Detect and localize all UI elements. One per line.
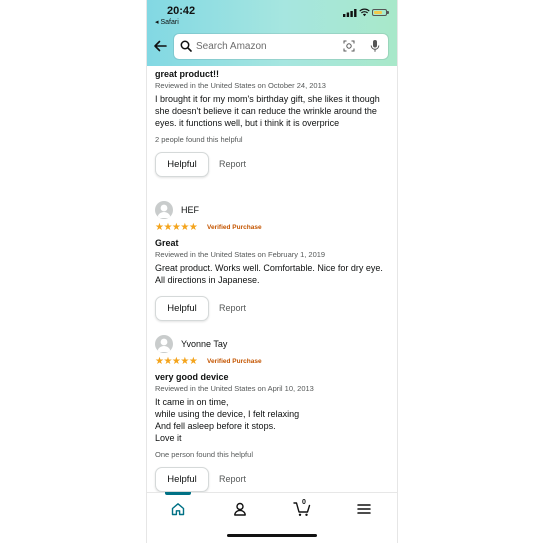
search-bar[interactable]: Search Amazon (174, 34, 388, 59)
helpful-count: 2 people found this helpful (155, 135, 243, 144)
home-icon (171, 503, 185, 516)
header-bar: 20:42 ◂ Safari Search Amazon (147, 0, 397, 66)
helpful-count: One person found this helpful (155, 450, 253, 459)
microphone-icon[interactable] (370, 39, 380, 53)
reviewer: Yvonne Tay (155, 335, 391, 355)
avatar (155, 335, 173, 353)
review-body: I brought it for my mom's birthday gift,… (155, 94, 380, 128)
review-title[interactable]: great product!! (155, 68, 391, 80)
phone-screen: 20:42 ◂ Safari Search Amazon great produ… (146, 0, 398, 543)
nav-cart[interactable]: 0 (271, 493, 333, 529)
helpful-button[interactable]: Helpful (155, 467, 209, 492)
avatar (155, 201, 173, 219)
review-title[interactable]: very good device (155, 371, 391, 383)
review-title[interactable]: Great (155, 237, 391, 249)
report-link[interactable]: Report (219, 303, 246, 313)
wifi-icon (359, 8, 370, 17)
helpful-button[interactable]: Helpful (155, 152, 209, 177)
review-date: Reviewed in the United States on Februar… (155, 250, 326, 259)
menu-icon (357, 504, 371, 514)
review-card: HEF ★★★★★ Verified Purchase Great Review… (155, 201, 391, 322)
report-link[interactable]: Report (219, 474, 246, 484)
reviewer-name[interactable]: HEF (181, 205, 199, 215)
user-silhouette-icon (157, 204, 171, 218)
review-card: Yvonne Tay ★★★★★ Verified Purchase very … (155, 335, 391, 492)
cellular-signal-icon (343, 9, 357, 17)
rating-row: ★★★★★ Verified Purchase (155, 223, 391, 235)
back-arrow-icon[interactable] (153, 39, 167, 53)
report-link[interactable]: Report (219, 159, 246, 169)
rating-row: ★★★★★ Verified Purchase (155, 357, 391, 369)
back-to-safari-link[interactable]: ◂ Safari (155, 18, 179, 26)
star-rating[interactable]: ★★★★★ (155, 357, 198, 367)
status-time: 20:42 (167, 5, 196, 17)
battery-icon (372, 9, 387, 16)
review-actions: Helpful Report (155, 467, 391, 492)
search-icon (180, 40, 192, 52)
review-card: great product!! Reviewed in the United S… (155, 66, 391, 178)
reviews-list: great product!! Reviewed in the United S… (147, 66, 397, 492)
review-body: Great product. Works well. Comfortable. … (155, 263, 383, 285)
helpful-button[interactable]: Helpful (155, 296, 209, 321)
review-date: Reviewed in the United States on October… (155, 81, 326, 90)
verified-purchase-badge: Verified Purchase (207, 224, 262, 231)
search-input[interactable]: Search Amazon (196, 41, 267, 52)
reviewer-name[interactable]: Yvonne Tay (181, 339, 227, 349)
active-tab-indicator (165, 492, 191, 495)
cart-icon (293, 502, 311, 516)
review-actions: Helpful Report (155, 296, 391, 322)
review-body: It came in on time, while using the devi… (155, 397, 300, 443)
account-icon (234, 502, 246, 516)
nav-menu[interactable] (333, 493, 395, 529)
reviewer: HEF (155, 201, 391, 221)
home-indicator[interactable] (227, 534, 317, 537)
review-date: Reviewed in the United States on April 1… (155, 384, 314, 393)
nav-home[interactable] (147, 492, 209, 529)
verified-purchase-badge: Verified Purchase (207, 358, 262, 365)
star-rating[interactable]: ★★★★★ (155, 223, 198, 233)
review-actions: Helpful Report (155, 152, 391, 178)
camera-scan-icon[interactable] (343, 40, 355, 52)
nav-account[interactable] (209, 493, 271, 529)
user-silhouette-icon (157, 338, 171, 352)
